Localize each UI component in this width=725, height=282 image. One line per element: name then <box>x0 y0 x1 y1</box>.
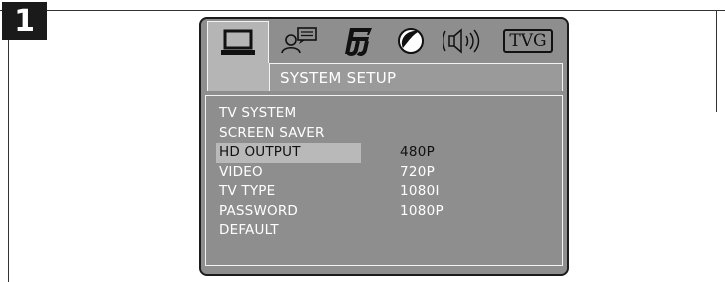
step-number-badge: 1 <box>2 2 47 40</box>
tvg-icon[interactable]: TVG <box>497 21 559 61</box>
page-title-text: SYSTEM SETUP <box>280 69 397 87</box>
speaker-icon[interactable] <box>441 21 489 61</box>
video-picture-icon[interactable] <box>389 21 433 61</box>
menu-item-password[interactable]: PASSWORD <box>216 202 416 222</box>
menu-item-screen-saver[interactable]: SCREEN SAVER <box>216 124 416 144</box>
menu-item-tv-system[interactable]: TV SYSTEM <box>216 104 416 124</box>
option-720p[interactable]: 720P <box>400 163 444 183</box>
page-border-left <box>8 10 9 282</box>
menu-item-video[interactable]: VIDEO <box>216 163 416 183</box>
option-480p[interactable]: 480P <box>400 143 444 163</box>
page-border-top <box>0 10 725 11</box>
language-icon[interactable] <box>277 21 321 61</box>
settings-panel: TV SYSTEM SCREEN SAVER HD OUTPUT VIDEO T… <box>205 95 563 266</box>
audio-music-icon[interactable] <box>333 21 379 61</box>
menu-item-default[interactable]: DEFAULT <box>216 221 416 241</box>
tab-connector <box>207 63 269 91</box>
system-setup-icon[interactable] <box>207 21 269 63</box>
page-border-right <box>716 10 717 112</box>
settings-menu: TV SYSTEM SCREEN SAVER HD OUTPUT VIDEO T… <box>216 104 416 241</box>
page-title: SYSTEM SETUP <box>269 63 563 91</box>
step-number: 1 <box>14 3 35 39</box>
setup-icon-bar: TVG <box>201 19 567 67</box>
option-1080p[interactable]: 1080P <box>400 202 444 222</box>
hd-output-options: 480P 720P 1080I 1080P <box>400 143 444 221</box>
tvg-label: TVG <box>503 29 553 53</box>
osd-screen: TVG SYSTEM SETUP TV SYSTEM SCREEN SAVER … <box>199 17 569 276</box>
option-1080i[interactable]: 1080I <box>400 182 444 202</box>
menu-item-hd-output[interactable]: HD OUTPUT <box>216 143 361 163</box>
menu-item-tv-type[interactable]: TV TYPE <box>216 182 416 202</box>
